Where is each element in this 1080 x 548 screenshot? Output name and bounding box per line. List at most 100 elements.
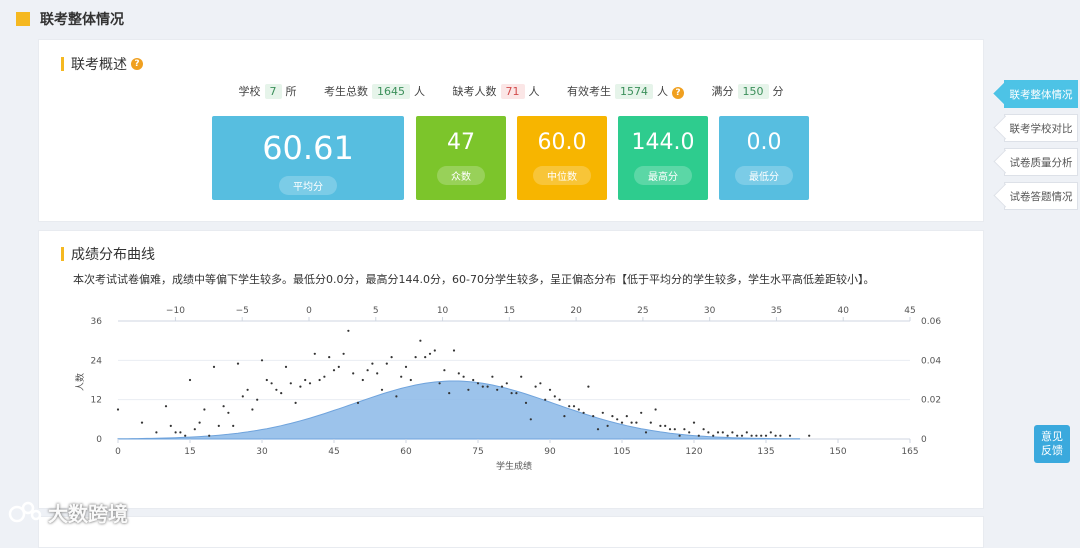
tile-label: 中位数 [533,166,591,185]
data-point [332,369,336,372]
x-tick-label: 120 [685,447,702,457]
data-point [774,434,777,437]
data-point [515,392,518,395]
data-point [184,434,187,437]
data-point [476,382,480,385]
data-point [443,369,446,372]
data-point [400,375,403,378]
overview-title: 联考概述 [71,57,127,73]
sidenav-item-answer-status[interactable]: 试卷答题情况 [1004,182,1078,210]
help-icon[interactable]: ? [131,58,143,70]
data-point [251,408,254,411]
data-point [592,415,595,418]
x-tick-label: 75 [472,447,483,457]
top-tick-label: 5 [373,306,379,316]
data-point [544,398,547,401]
stat-valid: 有效考生 1574 人? [567,83,684,99]
x-tick-label: 90 [544,447,556,457]
data-point [256,398,259,401]
data-point [193,428,196,431]
data-point [630,421,633,424]
feedback-button[interactable]: 意见 反馈 [1034,425,1070,463]
data-point [563,415,566,418]
data-point [236,362,240,365]
data-point [452,349,456,352]
distribution-card: 成绩分布曲线 本次考试试卷偏难，成绩中等偏下学生较多。最低分0.0分，最高分14… [38,230,984,509]
overview-stats: 学校 7 所 考生总数 1645 人 缺考人数 71 人 有效考生 1574 人? 满分 150 分 [39,83,983,99]
data-point [745,431,748,434]
right-tick-label: 0 [921,435,927,445]
data-point [428,352,432,355]
data-point [155,431,158,434]
data-point [433,349,436,352]
data-point [510,392,513,395]
data-point [203,408,206,411]
data-point [198,421,201,424]
side-nav: 联考整体情况 联考学校对比 试卷质量分析 试卷答题情况 [1004,80,1078,216]
feedback-line1: 意见 [1041,430,1063,443]
right-tick-label: 0.02 [921,396,941,406]
tile-value: 60.0 [537,130,587,155]
tile-label: 平均分 [279,176,337,195]
stat-value: 1645 [372,84,410,99]
x-tick-label: 105 [613,447,630,457]
data-point [467,388,470,391]
tile-label: 最低分 [735,166,793,185]
data-point [726,434,729,437]
tile-value: 144.0 [631,130,695,155]
data-point [265,378,268,382]
data-point [750,434,753,437]
y-tick-label: 0 [96,435,102,445]
watermark: 大数跨境 [8,498,128,527]
sidenav-label: 联考学校对比 [1009,122,1073,135]
sidenav-label: 试卷答题情况 [1009,190,1073,203]
data-point [404,365,408,368]
data-point [769,431,772,434]
data-point [601,411,604,414]
data-point [697,434,700,437]
data-point [587,385,590,388]
data-point [318,378,321,382]
data-point [558,398,561,401]
tile-mode: 47 众数 [416,116,506,200]
data-point [376,372,379,375]
data-point [649,421,652,424]
data-point [678,434,681,437]
data-point [424,356,427,359]
data-point [395,395,398,398]
data-point [289,382,292,385]
data-point [481,385,484,388]
data-point [366,369,369,372]
data-point [606,424,609,427]
tile-value: 0.0 [746,130,782,155]
data-point [352,372,355,375]
top-tick-label: 40 [837,306,849,316]
sidenav-item-school-compare[interactable]: 联考学校对比 [1004,114,1078,142]
data-point [270,382,273,385]
x-tick-label: 60 [400,447,412,457]
top-tick-label: 20 [570,306,582,316]
data-point [169,424,172,427]
data-point [323,375,326,378]
data-point [596,428,600,431]
data-point [313,352,316,355]
distribution-chart: 012243600.020.040.060 15 30 45 60 75 90 105 120 1… [74,306,941,472]
top-tick-label: 10 [437,306,449,316]
stat-value: 71 [500,84,525,99]
data-point [736,434,739,437]
data-point [577,408,580,411]
tile-label: 众数 [437,166,485,185]
help-icon[interactable]: ? [672,87,684,99]
sidenav-item-overall[interactable]: 联考整体情况 [1004,80,1078,108]
stat-label: 满分 [711,85,734,98]
data-point [486,385,489,388]
data-point [299,385,302,388]
data-point [683,428,686,431]
data-point [208,434,211,437]
data-point [164,405,168,408]
stat-label: 缺考人数 [452,85,497,98]
data-point [673,428,676,431]
data-point [304,378,307,382]
data-point [275,388,278,391]
sidenav-item-paper-quality[interactable]: 试卷质量分析 [1004,148,1078,176]
